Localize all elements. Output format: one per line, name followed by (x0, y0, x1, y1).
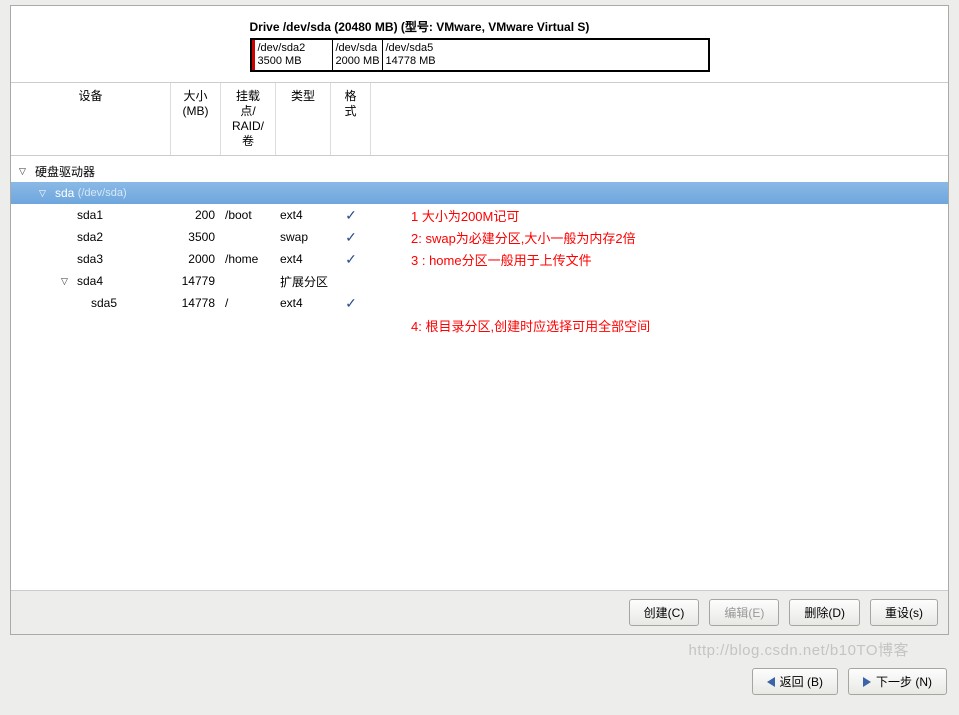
arrow-left-icon (767, 677, 775, 687)
col-format[interactable]: 格式 (331, 83, 371, 155)
delete-button[interactable]: 删除(D) (789, 599, 860, 626)
chevron-down-icon[interactable]: ▽ (19, 166, 31, 177)
partition-diagram: /dev/sda2 3500 MB /dev/sda 2000 MB /dev/… (250, 38, 710, 72)
action-button-row: 创建(C) 编辑(E) 删除(D) 重设(s) (11, 590, 948, 634)
back-button[interactable]: 返回 (B) (752, 668, 838, 695)
partition-tree[interactable]: ▽ 硬盘驱动器 ▽ sda (/dev/sda) sda1200/bootext… (11, 156, 948, 590)
tree-group-hdd[interactable]: ▽ 硬盘驱动器 (11, 160, 948, 182)
checkmark-icon: ✓ (331, 295, 371, 312)
annotation-text: 2: swap为必建分区,大小一般为内存2倍 (371, 228, 948, 247)
col-device[interactable]: 设备 (11, 83, 171, 155)
arrow-right-icon (863, 677, 871, 687)
checkmark-icon: ✓ (331, 229, 371, 246)
col-type[interactable]: 类型 (276, 83, 331, 155)
table-row[interactable]: sda23500swap✓2: swap为必建分区,大小一般为内存2倍 (11, 226, 948, 248)
diagram-seg-sda5[interactable]: /dev/sda5 14778 MB (382, 40, 708, 70)
table-row[interactable]: sda514778/ext4✓ (11, 292, 948, 314)
chevron-down-icon[interactable]: ▽ (39, 188, 51, 199)
edit-button: 编辑(E) (709, 599, 779, 626)
table-row[interactable]: sda32000/homeext4✓3 : home分区一般用于上传文件 (11, 248, 948, 270)
table-header-row: 设备 大小 (MB) 挂载点/ RAID/卷 类型 格式 (11, 82, 948, 156)
reset-button[interactable]: 重设(s) (870, 599, 938, 626)
annotation-text: 3 : home分区一般用于上传文件 (371, 250, 948, 269)
next-button[interactable]: 下一步 (N) (848, 668, 947, 695)
annotation-row: 4: 根目录分区,创建时应选择可用全部空间 (11, 314, 948, 336)
drive-title-label: Drive /dev/sda (20480 MB) (型号: VMware, V… (250, 18, 710, 38)
tree-disk-sda[interactable]: ▽ sda (/dev/sda) (11, 182, 948, 204)
nav-button-row: 返回 (B) 下一步 (N) (752, 668, 947, 695)
watermark-text: http://blog.csdn.net/b10TO博客 (688, 639, 909, 660)
annotation-text: 1 大小为200M记可 (371, 206, 948, 225)
diagram-seg-sda2[interactable]: /dev/sda2 3500 MB (252, 40, 332, 70)
checkmark-icon: ✓ (331, 207, 371, 224)
diagram-seg-sda3[interactable]: /dev/sda 2000 MB (332, 40, 382, 70)
table-row[interactable]: sda1200/bootext4✓1 大小为200M记可 (11, 204, 948, 226)
col-size[interactable]: 大小 (MB) (171, 83, 221, 155)
col-mount[interactable]: 挂载点/ RAID/卷 (221, 83, 276, 155)
drive-header: Drive /dev/sda (20480 MB) (型号: VMware, V… (11, 6, 948, 82)
partitioner-panel: Drive /dev/sda (20480 MB) (型号: VMware, V… (10, 5, 949, 635)
create-button[interactable]: 创建(C) (629, 599, 700, 626)
table-row[interactable]: ▽sda414779扩展分区 (11, 270, 948, 292)
chevron-down-icon[interactable]: ▽ (61, 276, 73, 287)
checkmark-icon: ✓ (331, 251, 371, 268)
